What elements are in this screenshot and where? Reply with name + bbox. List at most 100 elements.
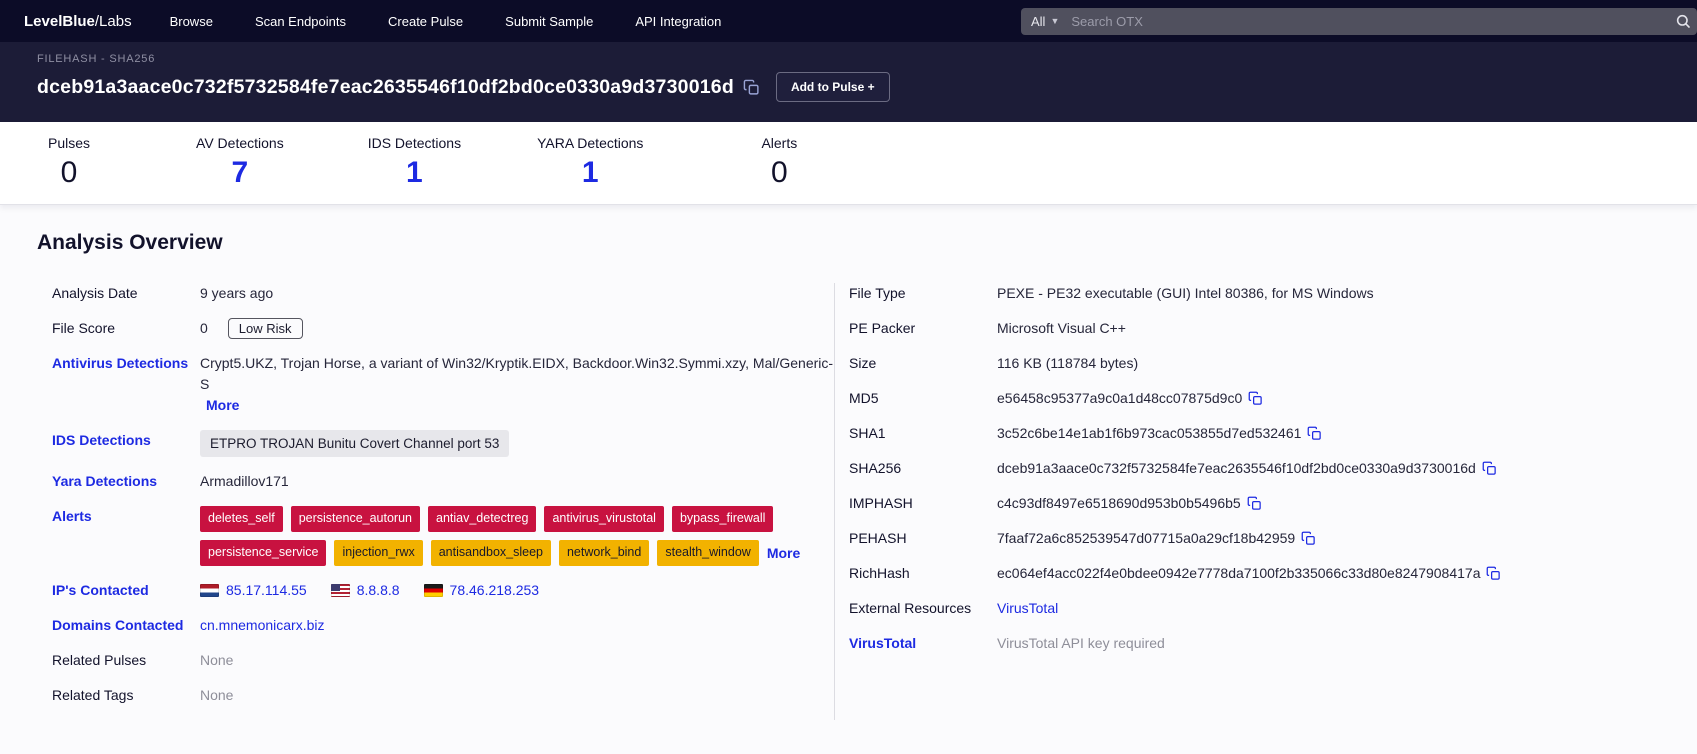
copy-icon[interactable]: [743, 79, 760, 96]
stat-label: AV Detections: [196, 135, 284, 151]
alert-badge[interactable]: antivirus_virustotal: [544, 506, 664, 532]
alert-badge[interactable]: stealth_window: [657, 540, 759, 566]
ids-detections-link[interactable]: IDS Detections: [52, 430, 200, 451]
alert-badge[interactable]: persistence_autorun: [290, 506, 420, 532]
ip-item: 78.46.218.253: [423, 580, 540, 601]
ips-contacted-link[interactable]: IP's Contacted: [52, 580, 200, 601]
related-tags-value: None: [200, 687, 234, 703]
page-title: Analysis Overview: [37, 231, 223, 254]
nav-item-api-integration[interactable]: API Integration: [635, 14, 721, 29]
row-label: Related Pulses: [52, 652, 147, 668]
stat-value: 7: [231, 156, 249, 189]
row-ips-contacted: IP's Contacted 85.17.114.55 8.8.8.8 78.4…: [52, 580, 834, 601]
md5-value: e56458c95377a9c0a1d48cc07875d9c0: [997, 390, 1243, 406]
analysis-left-column: Analysis Date 9 years ago File Score 0 L…: [0, 283, 834, 720]
stat-alerts: Alerts 0: [761, 135, 797, 190]
stats-bar: Pulses 0 AV Detections 7 IDS Detections …: [0, 122, 1697, 205]
stat-value: 0: [60, 156, 78, 189]
pehash-value: 7faaf72a6c852539547d07715a0a29cf18b42959: [997, 530, 1296, 546]
row-label: IMPHASH: [849, 495, 913, 511]
alert-badges: deletes_self persistence_autorun antiav_…: [200, 506, 834, 566]
stat-yara-detections: YARA Detections 1: [537, 135, 643, 190]
imphash-value: c4c93df8497e6518690d953b0b5496b5: [997, 495, 1241, 511]
copy-icon[interactable]: [1307, 426, 1322, 441]
domains-contacted-link[interactable]: Domains Contacted: [52, 615, 200, 636]
risk-badge: Low Risk: [227, 318, 303, 339]
alert-badge[interactable]: network_bind: [558, 540, 650, 566]
netherlands-flag-icon: [200, 584, 219, 597]
alert-badge[interactable]: persistence_service: [200, 540, 327, 566]
alert-badge[interactable]: antiav_detectreg: [428, 506, 537, 532]
search-filter-dropdown[interactable]: All ▼: [1031, 14, 1069, 29]
row-md5: MD5 e56458c95377a9c0a1d48cc07875d9c0: [849, 388, 1697, 409]
stat-value: 0: [770, 156, 788, 189]
search-icon[interactable]: [1675, 13, 1691, 29]
row-label: File Score: [52, 320, 116, 336]
file-score-value: 0: [200, 320, 208, 336]
row-virustotal: VirusTotal VirusTotal API key required: [849, 633, 1697, 654]
row-pe-packer: PE Packer Microsoft Visual C++: [849, 318, 1697, 339]
analysis-overview-section: Analysis Overview Analysis Date 9 years …: [0, 205, 1697, 754]
copy-icon[interactable]: [1486, 566, 1501, 581]
nav-item-scan-endpoints[interactable]: Scan Endpoints: [255, 14, 346, 29]
alerts-more-link[interactable]: More: [767, 543, 800, 564]
analysis-right-column: File Type PEXE - PE32 executable (GUI) I…: [834, 283, 1697, 720]
search-input[interactable]: [1069, 12, 1675, 30]
stat-pulses: Pulses 0: [48, 135, 90, 190]
alert-badge[interactable]: injection_rwx: [334, 540, 423, 566]
stat-label: Pulses: [48, 135, 91, 151]
yara-detections-value: Armadillov171: [200, 473, 289, 489]
pe-packer-value: Microsoft Visual C++: [997, 320, 1126, 336]
nav-item-create-pulse[interactable]: Create Pulse: [388, 14, 463, 29]
alerts-link[interactable]: Alerts: [52, 506, 200, 527]
stat-value: 1: [406, 156, 423, 189]
copy-icon[interactable]: [1482, 461, 1497, 476]
row-imphash: IMPHASH c4c93df8497e6518690d953b0b5496b5: [849, 493, 1697, 514]
yara-detections-link[interactable]: Yara Detections: [52, 471, 200, 492]
germany-flag-icon: [423, 584, 443, 597]
alert-badge[interactable]: antisandbox_sleep: [430, 540, 551, 566]
nav-item-submit-sample[interactable]: Submit Sample: [505, 14, 593, 29]
row-label: Size: [849, 355, 877, 371]
row-label: PEHASH: [849, 530, 907, 546]
row-size: Size 116 KB (118784 bytes): [849, 353, 1697, 374]
row-antivirus-detections: Antivirus Detections Crypt5.UKZ, Trojan …: [52, 353, 834, 416]
antivirus-more-link[interactable]: More: [206, 395, 239, 416]
antivirus-detections-list: Crypt5.UKZ, Trojan Horse, a variant of W…: [200, 355, 834, 392]
copy-icon[interactable]: [1247, 496, 1262, 511]
alert-badge[interactable]: deletes_self: [200, 506, 283, 532]
domain-link[interactable]: cn.mnemonicarx.biz: [200, 615, 325, 636]
row-file-score: File Score 0 Low Risk: [52, 318, 834, 339]
copy-icon[interactable]: [1248, 391, 1263, 406]
row-external-resources: External Resources VirusTotal: [849, 598, 1697, 619]
stat-value: 1: [581, 156, 599, 189]
logo-suffix: /Labs: [94, 12, 132, 30]
richhash-value: ec064ef4acc022f4e0bdee0942e7778da7100f2b…: [997, 565, 1481, 581]
row-alerts: Alerts deletes_self persistence_autorun …: [52, 506, 834, 566]
row-sha256: SHA256 dceb91a3aace0c732f5732584fe7eac26…: [849, 458, 1697, 479]
row-related-tags: Related Tags None: [52, 685, 834, 706]
row-richhash: RichHash ec064ef4acc022f4e0bdee0942e7778…: [849, 563, 1697, 584]
copy-icon[interactable]: [1301, 531, 1316, 546]
usa-flag-icon: [330, 584, 350, 597]
antivirus-detections-link[interactable]: Antivirus Detections: [52, 353, 200, 374]
nav-item-browse[interactable]: Browse: [170, 14, 213, 29]
row-label: PE Packer: [849, 320, 916, 336]
alert-badge[interactable]: bypass_firewall: [671, 506, 774, 532]
virustotal-section-link[interactable]: VirusTotal: [849, 633, 997, 654]
ip-link[interactable]: 78.46.218.253: [450, 580, 540, 601]
row-label: External Resources: [849, 600, 972, 616]
virustotal-link[interactable]: VirusTotal: [997, 598, 1058, 619]
indicator-hash-title: dceb91a3aace0c732f5732584fe7eac2635546f1…: [37, 75, 734, 98]
row-label: SHA256: [849, 460, 902, 476]
stat-av-detections: AV Detections 7: [196, 135, 284, 190]
levelblue-logo[interactable]: LevelBlue/Labs: [24, 13, 132, 30]
ip-link[interactable]: 8.8.8.8: [357, 580, 400, 601]
search-bar[interactable]: All ▼: [1021, 7, 1697, 35]
add-to-pulse-button[interactable]: Add to Pulse +: [775, 72, 890, 102]
row-related-pulses: Related Pulses None: [52, 650, 834, 671]
row-label: File Type: [849, 285, 906, 301]
ip-item: 85.17.114.55: [200, 580, 307, 601]
row-file-type: File Type PEXE - PE32 executable (GUI) I…: [849, 283, 1697, 304]
ip-link[interactable]: 85.17.114.55: [226, 580, 307, 601]
